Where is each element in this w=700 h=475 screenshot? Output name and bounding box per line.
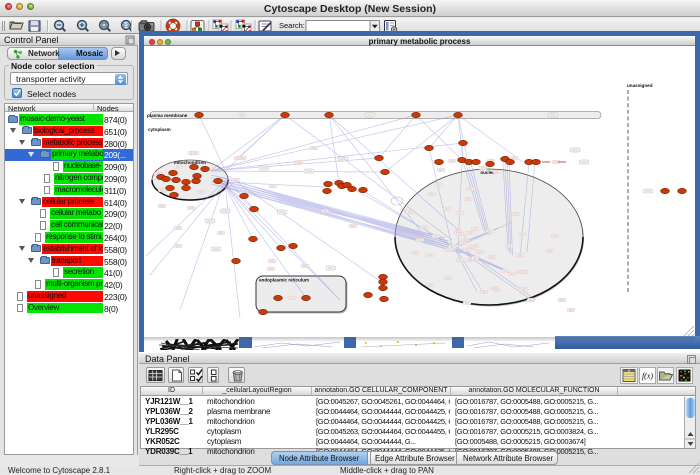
svg-text:Search:: Search: [279,21,305,30]
svg-text:endoplasmic reticulum: endoplasmic reticulum [259,278,309,283]
svg-text:f(x): f(x) [642,372,653,381]
svg-text:cytoplasm: cytoplasm [148,127,171,132]
svg-text:plasma membrane: plasma membrane [147,113,188,118]
svg-text:mitochondrion: mitochondrion [174,160,206,165]
svg-text:unassigned: unassigned [627,83,653,88]
svg-text:1:1: 1:1 [123,23,130,29]
